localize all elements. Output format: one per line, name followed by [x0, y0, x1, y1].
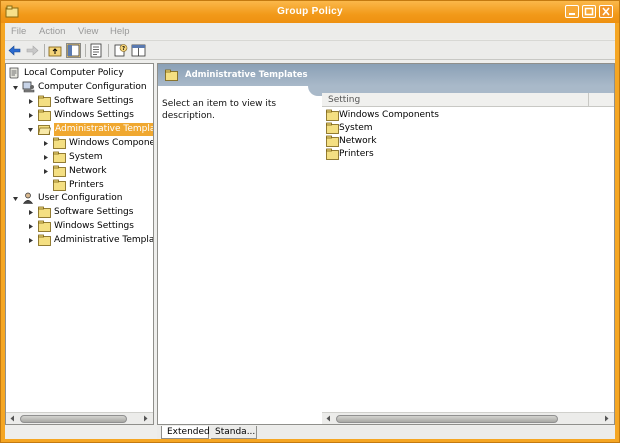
help-icon[interactable]: ?: [113, 43, 128, 58]
client-area: File Action View Help ? Local Computer P…: [5, 23, 615, 439]
svg-text:?: ?: [122, 46, 125, 52]
tree-item-label: Administrative Templat: [54, 123, 153, 136]
collapsed-arrow-icon[interactable]: [42, 140, 49, 147]
expanded-arrow-icon[interactable]: [27, 126, 34, 133]
menu-bar: File Action View Help: [5, 23, 615, 39]
maximize-icon: [584, 7, 594, 16]
collapsed-arrow-icon[interactable]: [27, 98, 34, 105]
list-item-label: System: [339, 123, 373, 133]
menu-action[interactable]: Action: [39, 26, 65, 37]
tab-standard[interactable]: Standa...: [211, 426, 257, 439]
collapsed-arrow-icon[interactable]: [27, 223, 34, 230]
collapsed-arrow-icon[interactable]: [27, 237, 34, 244]
folder-icon: [326, 135, 339, 147]
folder-icon: [165, 69, 178, 81]
folder-icon: [326, 148, 339, 160]
view-tabs: Extended Standa...: [157, 426, 615, 439]
close-icon: [602, 7, 610, 16]
tree-item-label: Windows Componer: [69, 138, 154, 148]
tree-item-label: Local Computer Policy: [24, 68, 124, 78]
folder-icon: [38, 109, 51, 121]
list-item-label: Windows Components: [339, 110, 439, 120]
folder-icon: [326, 109, 339, 121]
tree-item-label: User Configuration: [38, 193, 123, 203]
user-config-icon: [22, 192, 34, 204]
collapsed-arrow-icon[interactable]: [27, 209, 34, 216]
console-tree[interactable]: Local Computer Policy Computer Configura…: [5, 63, 154, 425]
tree-item-label: Windows Settings: [54, 110, 134, 120]
list-horizontal-scrollbar[interactable]: [322, 412, 614, 424]
forward-icon[interactable]: [25, 43, 40, 58]
tree-item-label: Administrative Templat: [54, 235, 154, 245]
toolbar-separator: [108, 44, 109, 57]
close-button[interactable]: [599, 5, 613, 18]
tree-item-label: Network: [69, 166, 107, 176]
folder-icon: [38, 95, 51, 107]
policy-scroll-icon: [9, 67, 19, 79]
scroll-left-icon[interactable]: [324, 414, 333, 423]
list-header: Setting: [322, 93, 614, 107]
tree-item-label: Printers: [69, 180, 104, 190]
details-header-title: Administrative Templates: [185, 70, 308, 80]
folder-icon: [38, 206, 51, 218]
scrollbar-thumb[interactable]: [336, 415, 558, 423]
expanded-arrow-icon[interactable]: [12, 84, 19, 91]
details-pane: Administrative Templates Select an item …: [157, 63, 615, 425]
collapsed-arrow-icon[interactable]: [27, 112, 34, 119]
folder-icon: [53, 137, 66, 149]
details-header: Administrative Templates: [158, 64, 614, 86]
window-title: Group Policy: [277, 6, 343, 17]
folder-icon: [53, 165, 66, 177]
tree-horizontal-scrollbar[interactable]: [6, 412, 153, 424]
expanded-arrow-icon[interactable]: [12, 195, 19, 202]
app-window: Group Policy File Action View Help ? Loc…: [0, 0, 620, 443]
folder-icon: [38, 220, 51, 232]
scrollbar-thumb[interactable]: [20, 415, 127, 423]
show-hide-tree-icon: [67, 44, 80, 57]
tree-item-label: Software Settings: [54, 207, 134, 217]
tree-item-label: Computer Configuration: [38, 82, 147, 92]
settings-list[interactable]: Setting Windows Components System Networ…: [322, 93, 614, 409]
minimize-icon: [569, 13, 575, 15]
toolbar-separator: [85, 44, 86, 57]
toolbar: ?: [5, 40, 615, 60]
show-hide-tree-button[interactable]: [66, 43, 81, 58]
menu-view[interactable]: View: [78, 26, 98, 37]
tree-item-label: Windows Settings: [54, 221, 134, 231]
folder-icon: [53, 151, 66, 163]
tree-item-label: Software Settings: [54, 96, 134, 106]
show-hide-action-pane-icon[interactable]: [131, 43, 146, 58]
back-icon[interactable]: [7, 43, 22, 58]
tab-extended[interactable]: Extended: [161, 426, 210, 439]
scroll-right-icon[interactable]: [602, 414, 611, 423]
title-bar[interactable]: Group Policy: [1, 1, 619, 23]
toolbar-separator: [44, 44, 45, 57]
column-divider[interactable]: [588, 93, 589, 107]
properties-icon[interactable]: [89, 43, 104, 58]
up-folder-icon[interactable]: [48, 43, 63, 58]
maximize-button[interactable]: [582, 5, 596, 18]
folder-icon: [53, 179, 66, 191]
scroll-left-icon[interactable]: [8, 414, 17, 423]
menu-help[interactable]: Help: [110, 26, 130, 37]
folder-icon: [326, 122, 339, 134]
collapsed-arrow-icon[interactable]: [42, 154, 49, 161]
computer-config-icon: [22, 81, 35, 93]
folder-icon: [38, 234, 51, 246]
column-header-setting[interactable]: Setting: [328, 95, 360, 105]
scroll-right-icon[interactable]: [141, 414, 150, 423]
menu-file[interactable]: File: [11, 26, 26, 37]
collapsed-arrow-icon[interactable]: [42, 168, 49, 175]
list-item-label: Network: [339, 136, 377, 146]
open-folder-icon: [38, 125, 51, 135]
tree-item-label: System: [69, 152, 103, 162]
description-text: Select an item to view its description.: [162, 99, 277, 121]
minimize-button[interactable]: [565, 5, 579, 18]
list-item-label: Printers: [339, 149, 374, 159]
